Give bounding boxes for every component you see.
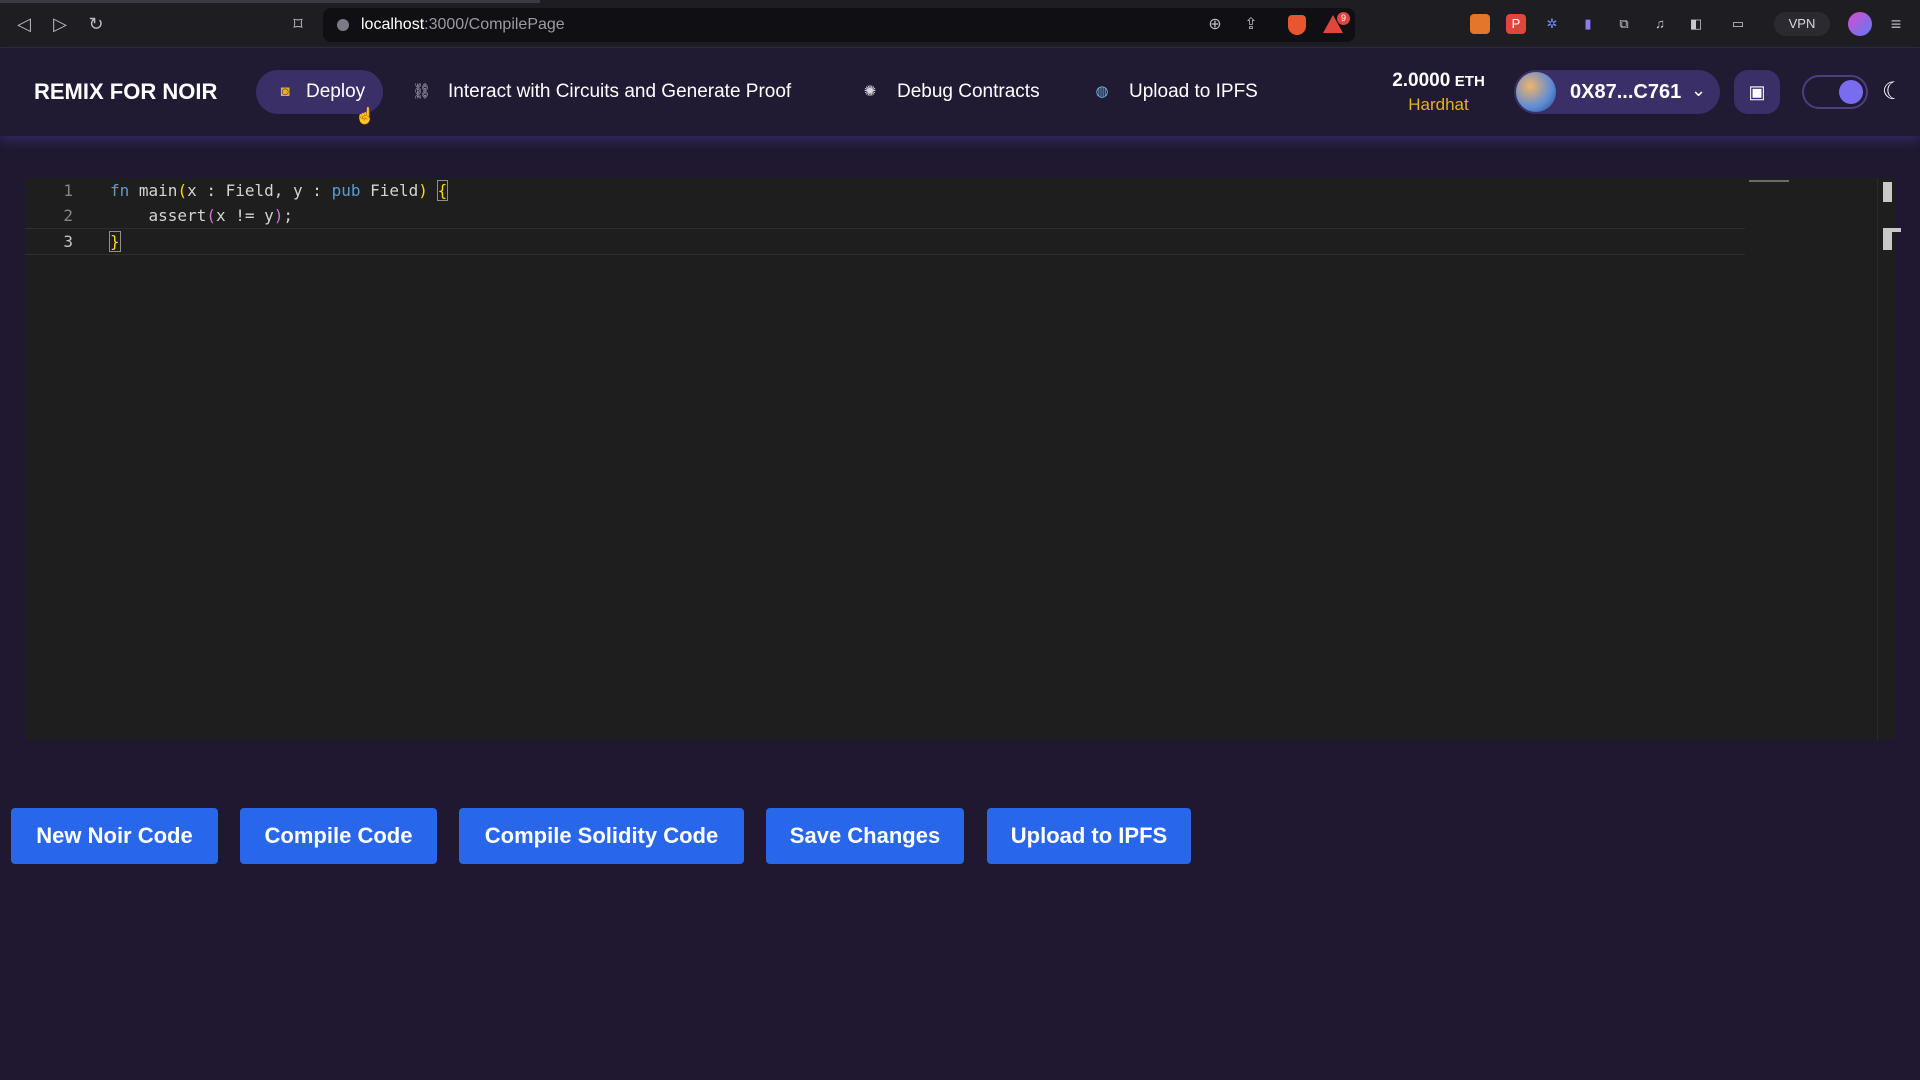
brave-shield-icon[interactable] (1288, 15, 1306, 35)
toggle-knob (1839, 80, 1863, 104)
moon-icon: ☾ (1882, 78, 1904, 105)
code-line[interactable]: 1 fn main(x : Field, y : pub Field) { (25, 178, 1745, 203)
forward-icon[interactable]: ▷ (48, 12, 72, 36)
line-number: 3 (63, 232, 73, 251)
qr-code-button[interactable]: ▣ (1734, 70, 1780, 114)
wallet-dropdown[interactable]: 0X87...C761 ⌄ (1514, 70, 1720, 114)
upload-ipfs-button[interactable]: Upload to IPFS (987, 808, 1191, 864)
url-path: :3000/CompilePage (424, 16, 565, 33)
nav-upload-ipfs[interactable]: ◍ Upload to IPFS (1093, 70, 1258, 114)
wallet-address: 0X87...C761 (1570, 81, 1682, 103)
nav-interact[interactable]: ⛓ Interact with Circuits and Generate Pr… (412, 70, 791, 114)
nav-debug[interactable]: ✺ Debug Contracts (861, 70, 1040, 114)
profile-avatar[interactable] (1848, 12, 1872, 36)
menu-icon[interactable]: ≡ (1884, 12, 1908, 36)
bug-icon: ✺ (863, 83, 877, 100)
new-noir-code-button[interactable]: New Noir Code (11, 808, 218, 864)
wallet-icon: ◙ (280, 83, 290, 100)
save-changes-button[interactable]: Save Changes (766, 808, 964, 864)
zoom-icon[interactable]: ⊕ (1203, 13, 1227, 37)
code-line[interactable]: 2 assert(x != y); (25, 203, 1745, 228)
theme-toggle[interactable] (1802, 75, 1868, 109)
line-number: 2 (63, 206, 73, 225)
chevron-down-icon: ⌄ (1691, 80, 1707, 100)
qr-code-icon: ▣ (1748, 82, 1766, 102)
bookmark-icon[interactable]: ⌑ (286, 12, 310, 36)
balance-display: 2.0000 ETH Hardhat (1386, 70, 1491, 115)
compile-solidity-button[interactable]: Compile Solidity Code (459, 808, 744, 864)
site-info-icon[interactable] (337, 19, 349, 31)
back-icon[interactable]: ◁ (12, 12, 36, 36)
code-line-current[interactable]: 3 } (25, 228, 1745, 255)
link-icon: ⛓ (412, 83, 432, 100)
globe-icon: ◍ (1095, 83, 1109, 100)
nav-interact-label: Interact with Circuits and Generate Proo… (448, 81, 792, 102)
browser-toolbar: ◁ ▷ ↻ ⌑ localhost:3000/CompilePage ⊕ ⇪ 9… (0, 0, 1920, 48)
nav-debug-label: Debug Contracts (897, 81, 1040, 102)
code-editor[interactable]: 1 fn main(x : Field, y : pub Field) { 2 … (25, 178, 1901, 740)
nav-deploy-label: Deploy (306, 81, 366, 102)
code-line-text: fn main(x : Field, y : pub Field) { (110, 180, 449, 201)
overview-ruler-marker-cap (1883, 228, 1901, 232)
media-note-icon[interactable]: ♫ (1650, 14, 1670, 34)
page-load-progress (0, 0, 540, 3)
line-number: 1 (63, 181, 73, 200)
address-url: localhost:3000/CompilePage (361, 16, 565, 34)
mouse-cursor-icon: ☝ (355, 108, 375, 125)
reload-icon[interactable]: ↻ (84, 12, 108, 36)
metamask-extension-icon[interactable] (1470, 14, 1490, 34)
share-icon[interactable]: ⇪ (1239, 13, 1263, 37)
minimap[interactable] (1749, 180, 1789, 182)
network-name: Hardhat (1408, 95, 1469, 114)
address-bar[interactable]: localhost:3000/CompilePage ⊕ ⇪ 9 (323, 8, 1355, 42)
extension-gear-icon[interactable]: ✲ (1542, 14, 1562, 34)
balance-unit: ETH (1454, 73, 1485, 90)
code-line-text: assert(x != y); (110, 206, 294, 225)
app-brand[interactable]: REMIX FOR NOIR (34, 79, 217, 105)
scrollbar-thumb[interactable] (1883, 182, 1892, 202)
extension-p-icon[interactable]: P (1506, 14, 1526, 34)
compile-code-button[interactable]: Compile Code (240, 808, 437, 864)
url-host: localhost (361, 16, 425, 33)
account-avatar (1516, 72, 1556, 112)
rewards-badge: 9 (1337, 12, 1350, 25)
code-line-text: } (109, 231, 121, 252)
extension-bookmark-icon[interactable]: ▮ (1578, 14, 1598, 34)
sidebar-icon[interactable]: ◧ (1686, 14, 1706, 34)
balance-amount: 2.0000 (1392, 70, 1451, 91)
editor-scrollbar[interactable] (1877, 178, 1896, 740)
vpn-button[interactable]: VPN (1774, 12, 1830, 36)
nav-upload-label: Upload to IPFS (1129, 81, 1258, 102)
wallet-icon[interactable]: ▭ (1728, 14, 1748, 34)
extensions-puzzle-icon[interactable]: ⧉ (1614, 14, 1634, 34)
